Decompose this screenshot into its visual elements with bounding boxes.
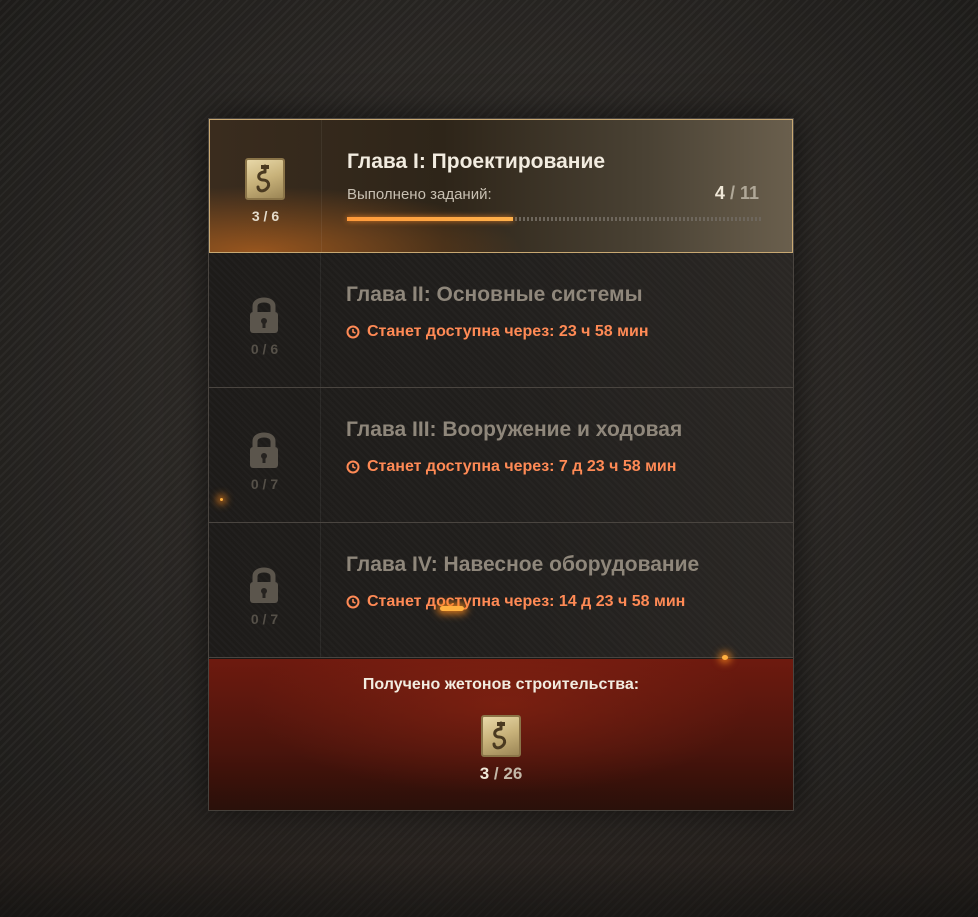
lock-icon	[250, 297, 278, 333]
chapter-2-card[interactable]: 0 / 6 Глава II: Основные системы Станет …	[209, 253, 793, 388]
chapter-3-timer: Станет доступна через: 7 д 23 ч 58 мин	[346, 458, 676, 476]
chapter-3-card[interactable]: 0 / 7 Глава III: Вооружение и ходовая Ст…	[209, 388, 793, 523]
clock-icon	[346, 595, 360, 609]
chapter-4-token-count: 0 / 7	[250, 611, 279, 627]
clock-icon	[346, 460, 360, 474]
chapter-3-token-count: 0 / 7	[250, 476, 279, 492]
ember-particle	[440, 606, 464, 611]
chapter-1-card[interactable]: 3 / 6 Глава I: Проектирование Выполнено …	[209, 119, 793, 253]
ember-particle	[220, 498, 223, 501]
chapter-2-token-column: 0 / 6	[209, 253, 321, 387]
chapter-4-title: Глава IV: Навесное оборудование	[346, 553, 700, 576]
summary-title: Получено жетонов строительства:	[362, 676, 640, 693]
construction-token-icon	[245, 158, 285, 200]
chapter-3-timer-text: Станет доступна через: 7 д 23 ч 58 мин	[367, 458, 677, 475]
chapter-1-title: Глава I: Проектирование	[347, 150, 606, 173]
summary-current: 3	[479, 764, 490, 783]
progress-done: 4	[714, 183, 725, 203]
lock-icon	[250, 567, 278, 603]
summary-count: 3 / 26	[209, 764, 793, 784]
chapter-1-token-column: 3 / 6	[210, 120, 322, 252]
summary-separator: /	[493, 764, 499, 783]
progress-label: Выполнено заданий:	[347, 186, 492, 203]
chapter-2-token-count: 0 / 6	[250, 341, 279, 357]
chapter-4-timer-text: Станет доступна через: 14 д 23 ч 58 мин	[367, 593, 686, 610]
chapter-2-timer-text: Станет доступна через: 23 ч 58 мин	[367, 323, 649, 340]
chapter-2-timer: Станет доступна через: 23 ч 58 мин	[346, 323, 648, 341]
progress-total: 11	[739, 183, 759, 203]
summary-total: 26	[503, 764, 523, 783]
chapter-1-token-count: 3 / 6	[251, 208, 280, 224]
chapter-4-card[interactable]: 0 / 7 Глава IV: Навесное оборудование Ст…	[209, 523, 793, 658]
chapters-panel: 3 / 6 Глава I: Проектирование Выполнено …	[208, 118, 794, 811]
chapter-3-token-column: 0 / 7	[209, 388, 321, 522]
progress-bar	[347, 217, 761, 221]
lock-icon	[250, 432, 278, 468]
construction-token-icon	[481, 715, 521, 757]
chapter-3-title: Глава III: Вооружение и ходовая	[346, 418, 683, 441]
progress-value: 4 / 11	[715, 183, 759, 204]
tokens-summary: Получено жетонов строительства: 3 / 26	[209, 659, 793, 810]
chapter-2-title: Глава II: Основные системы	[346, 283, 643, 306]
clock-icon	[346, 325, 360, 339]
progress-separator: /	[729, 183, 735, 203]
ember-particle	[722, 655, 728, 660]
chapter-4-token-column: 0 / 7	[209, 523, 321, 657]
progress-bar-fill	[347, 217, 513, 221]
chapter-4-timer: Станет доступна через: 14 д 23 ч 58 мин	[346, 593, 685, 611]
